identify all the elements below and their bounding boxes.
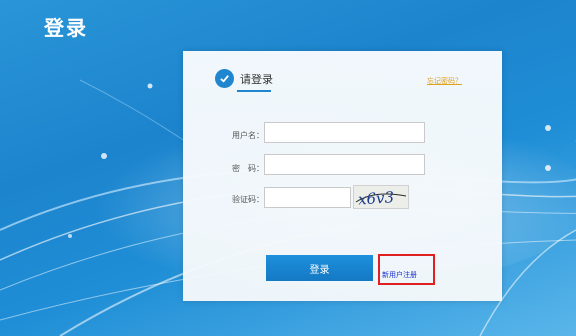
captcha-label: 验证码：: [232, 195, 264, 204]
heading-underline: [237, 90, 271, 92]
panel-heading: 请登录: [240, 72, 273, 86]
username-input[interactable]: [264, 122, 425, 143]
panel-header: 请登录: [215, 69, 273, 88]
password-input[interactable]: [264, 154, 425, 175]
username-label: 用户名：: [232, 131, 264, 140]
captcha-text: x6v3: [357, 188, 394, 208]
login-button[interactable]: 登录: [266, 255, 373, 281]
check-icon: [215, 69, 234, 88]
page-title: 登录: [44, 16, 88, 40]
register-link[interactable]: 新用户注册: [382, 270, 417, 280]
forgot-password-link[interactable]: 忘记密码？: [427, 76, 462, 86]
captcha-image[interactable]: x6v3: [353, 185, 409, 209]
password-label: 密 码：: [232, 164, 264, 173]
captcha-input[interactable]: [264, 187, 351, 208]
login-panel: 请登录 忘记密码？ 用户名： 密 码： 验证码： x6v3 登录: [183, 51, 502, 301]
